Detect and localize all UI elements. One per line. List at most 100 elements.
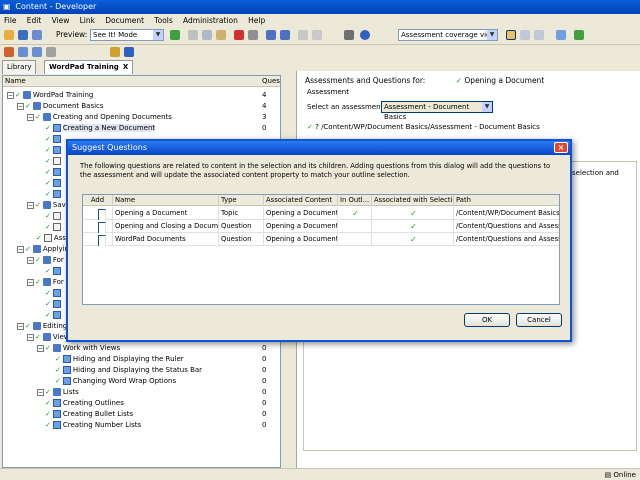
collapse-icon[interactable]: − — [17, 245, 24, 253]
col-in-outline[interactable]: In Outl... — [338, 195, 372, 206]
find-icon[interactable] — [248, 30, 258, 40]
open-folder-icon[interactable] — [4, 30, 14, 40]
view-select-value: Assessment coverage view — [401, 31, 497, 39]
add-checkbox-cell — [83, 233, 113, 246]
new-topic-icon[interactable] — [32, 47, 42, 57]
redo-icon[interactable] — [280, 30, 290, 40]
menu-view[interactable]: View — [48, 14, 74, 27]
collapse-icon[interactable]: − — [27, 256, 34, 264]
view-select[interactable]: Assessment coverage view ▼ — [398, 29, 498, 41]
menu-tools[interactable]: Tools — [150, 14, 176, 27]
layout-detail-icon[interactable] — [534, 30, 544, 40]
menu-file[interactable]: File — [0, 14, 21, 27]
tree-row[interactable]: − ✓ Lists 0 — [3, 387, 280, 398]
cancel-button[interactable]: Cancel — [516, 313, 562, 327]
outdent-icon[interactable] — [312, 30, 322, 40]
table-row[interactable]: Opening and Closing a Document Question … — [83, 220, 559, 233]
ok-button[interactable]: OK — [464, 313, 510, 327]
column-name[interactable]: Name — [5, 76, 26, 87]
menu-administration[interactable]: Administration — [179, 14, 242, 27]
menu-link[interactable]: Link — [76, 14, 99, 27]
go-icon[interactable] — [170, 30, 180, 40]
column-questions[interactable]: Quest — [262, 76, 280, 87]
question-icon: ? — [315, 123, 319, 131]
properties-icon[interactable] — [556, 30, 566, 40]
move-up-icon[interactable] — [110, 47, 120, 57]
cut-icon[interactable] — [188, 30, 198, 40]
check-icon: ✓ — [45, 157, 51, 165]
save-icon[interactable] — [18, 30, 28, 40]
collapse-icon[interactable]: − — [27, 278, 34, 286]
tree-row[interactable]: − ✓ WordPad Training 4 — [3, 90, 280, 101]
check-icon: ✓ — [35, 278, 41, 286]
question-icon — [43, 234, 52, 242]
tree-row[interactable]: − ✓ Document Basics 4 — [3, 101, 280, 112]
col-name[interactable]: Name — [113, 195, 219, 206]
check-icon: ✓ — [45, 421, 51, 429]
collapse-icon[interactable]: − — [27, 113, 34, 121]
question-icon — [52, 212, 61, 220]
arrow-down-icon[interactable] — [124, 47, 134, 57]
book-icon — [32, 322, 41, 330]
tree-row[interactable]: ✓ Changing Word Wrap Options 0 — [3, 376, 280, 387]
tab-wordpad-training[interactable]: WordPad Training X — [44, 60, 134, 74]
refresh-icon[interactable] — [574, 30, 584, 40]
add-checkbox[interactable] — [97, 209, 106, 220]
undo-icon[interactable] — [266, 30, 276, 40]
col-path[interactable]: Path — [454, 195, 559, 206]
collapse-icon[interactable]: − — [7, 91, 14, 99]
col-associated-content[interactable]: Associated Content — [264, 195, 338, 206]
menu-edit[interactable]: Edit — [23, 14, 46, 27]
tree-row[interactable]: ✓ Hiding and Displaying the Ruler 0 — [3, 354, 280, 365]
collapse-icon[interactable]: − — [17, 102, 24, 110]
binoculars-icon[interactable] — [344, 30, 354, 40]
toolbar: Preview: See It! Mode ▼ Assessment cover… — [0, 27, 640, 45]
collapse-icon[interactable]: − — [37, 388, 44, 396]
close-icon[interactable]: X — [123, 63, 128, 71]
paste-icon[interactable] — [216, 30, 226, 40]
help-icon[interactable] — [360, 30, 370, 40]
suggest-questions-dialog: Suggest Questions × The following questi… — [66, 139, 572, 342]
tree-row[interactable]: − ✓ Work with Views 0 — [3, 343, 280, 354]
table-row[interactable]: WordPad Documents Question Opening a Doc… — [83, 233, 559, 246]
new-document-icon[interactable] — [4, 47, 14, 57]
tree-row[interactable]: ✓ Hiding and Displaying the Status Bar 0 — [3, 365, 280, 376]
tree-row[interactable]: − ✓ Creating and Opening Documents 3 — [3, 112, 280, 123]
add-checkbox[interactable] — [97, 235, 106, 246]
layout-split-icon[interactable] — [520, 30, 530, 40]
publish-icon[interactable] — [32, 30, 42, 40]
col-add[interactable]: Add — [83, 195, 113, 206]
tab-library[interactable]: Library — [2, 60, 37, 74]
indent-icon[interactable] — [298, 30, 308, 40]
collapse-icon[interactable]: − — [27, 201, 34, 209]
topic-icon — [52, 300, 61, 308]
select-assessment-label: Select an assessment: — [307, 103, 386, 111]
link-icon[interactable] — [46, 47, 56, 57]
tree-row[interactable]: ✓ Creating Number Lists 0 — [3, 420, 280, 431]
copy-icon[interactable] — [202, 30, 212, 40]
preview-label: Preview: — [56, 30, 88, 39]
collapse-icon[interactable]: − — [37, 344, 44, 352]
selection-check: ✓ — [372, 233, 454, 246]
table-row[interactable]: Opening a Document Topic Opening a Docum… — [83, 207, 559, 220]
new-section-icon[interactable] — [18, 47, 28, 57]
close-icon[interactable]: × — [554, 142, 568, 153]
preview-mode-select[interactable]: See It! Mode ▼ — [90, 29, 164, 41]
tree-row[interactable]: ✓ Creating Bullet Lists 0 — [3, 409, 280, 420]
menu-help[interactable]: Help — [244, 14, 269, 27]
tree-row[interactable]: ✓ Creating Outlines 0 — [3, 398, 280, 409]
topic-icon — [52, 311, 61, 319]
collapse-icon[interactable]: − — [27, 333, 34, 341]
col-type[interactable]: Type — [219, 195, 264, 206]
check-icon: ✓ — [45, 311, 51, 319]
assessment-select[interactable]: Assessment - Document Basics ▼ — [381, 101, 493, 121]
tree-row[interactable]: ✓ Creating a New Document 0 — [3, 123, 280, 134]
collapse-icon[interactable]: − — [17, 322, 24, 330]
topic-icon — [52, 124, 61, 132]
add-checkbox[interactable] — [97, 222, 106, 233]
dialog-description: The following questions are related to c… — [80, 162, 551, 179]
menu-document[interactable]: Document — [101, 14, 148, 27]
col-associated-with-selection[interactable]: Associated with Selection — [372, 195, 454, 206]
delete-icon[interactable] — [234, 30, 244, 40]
layout-outline-icon[interactable] — [506, 30, 516, 40]
